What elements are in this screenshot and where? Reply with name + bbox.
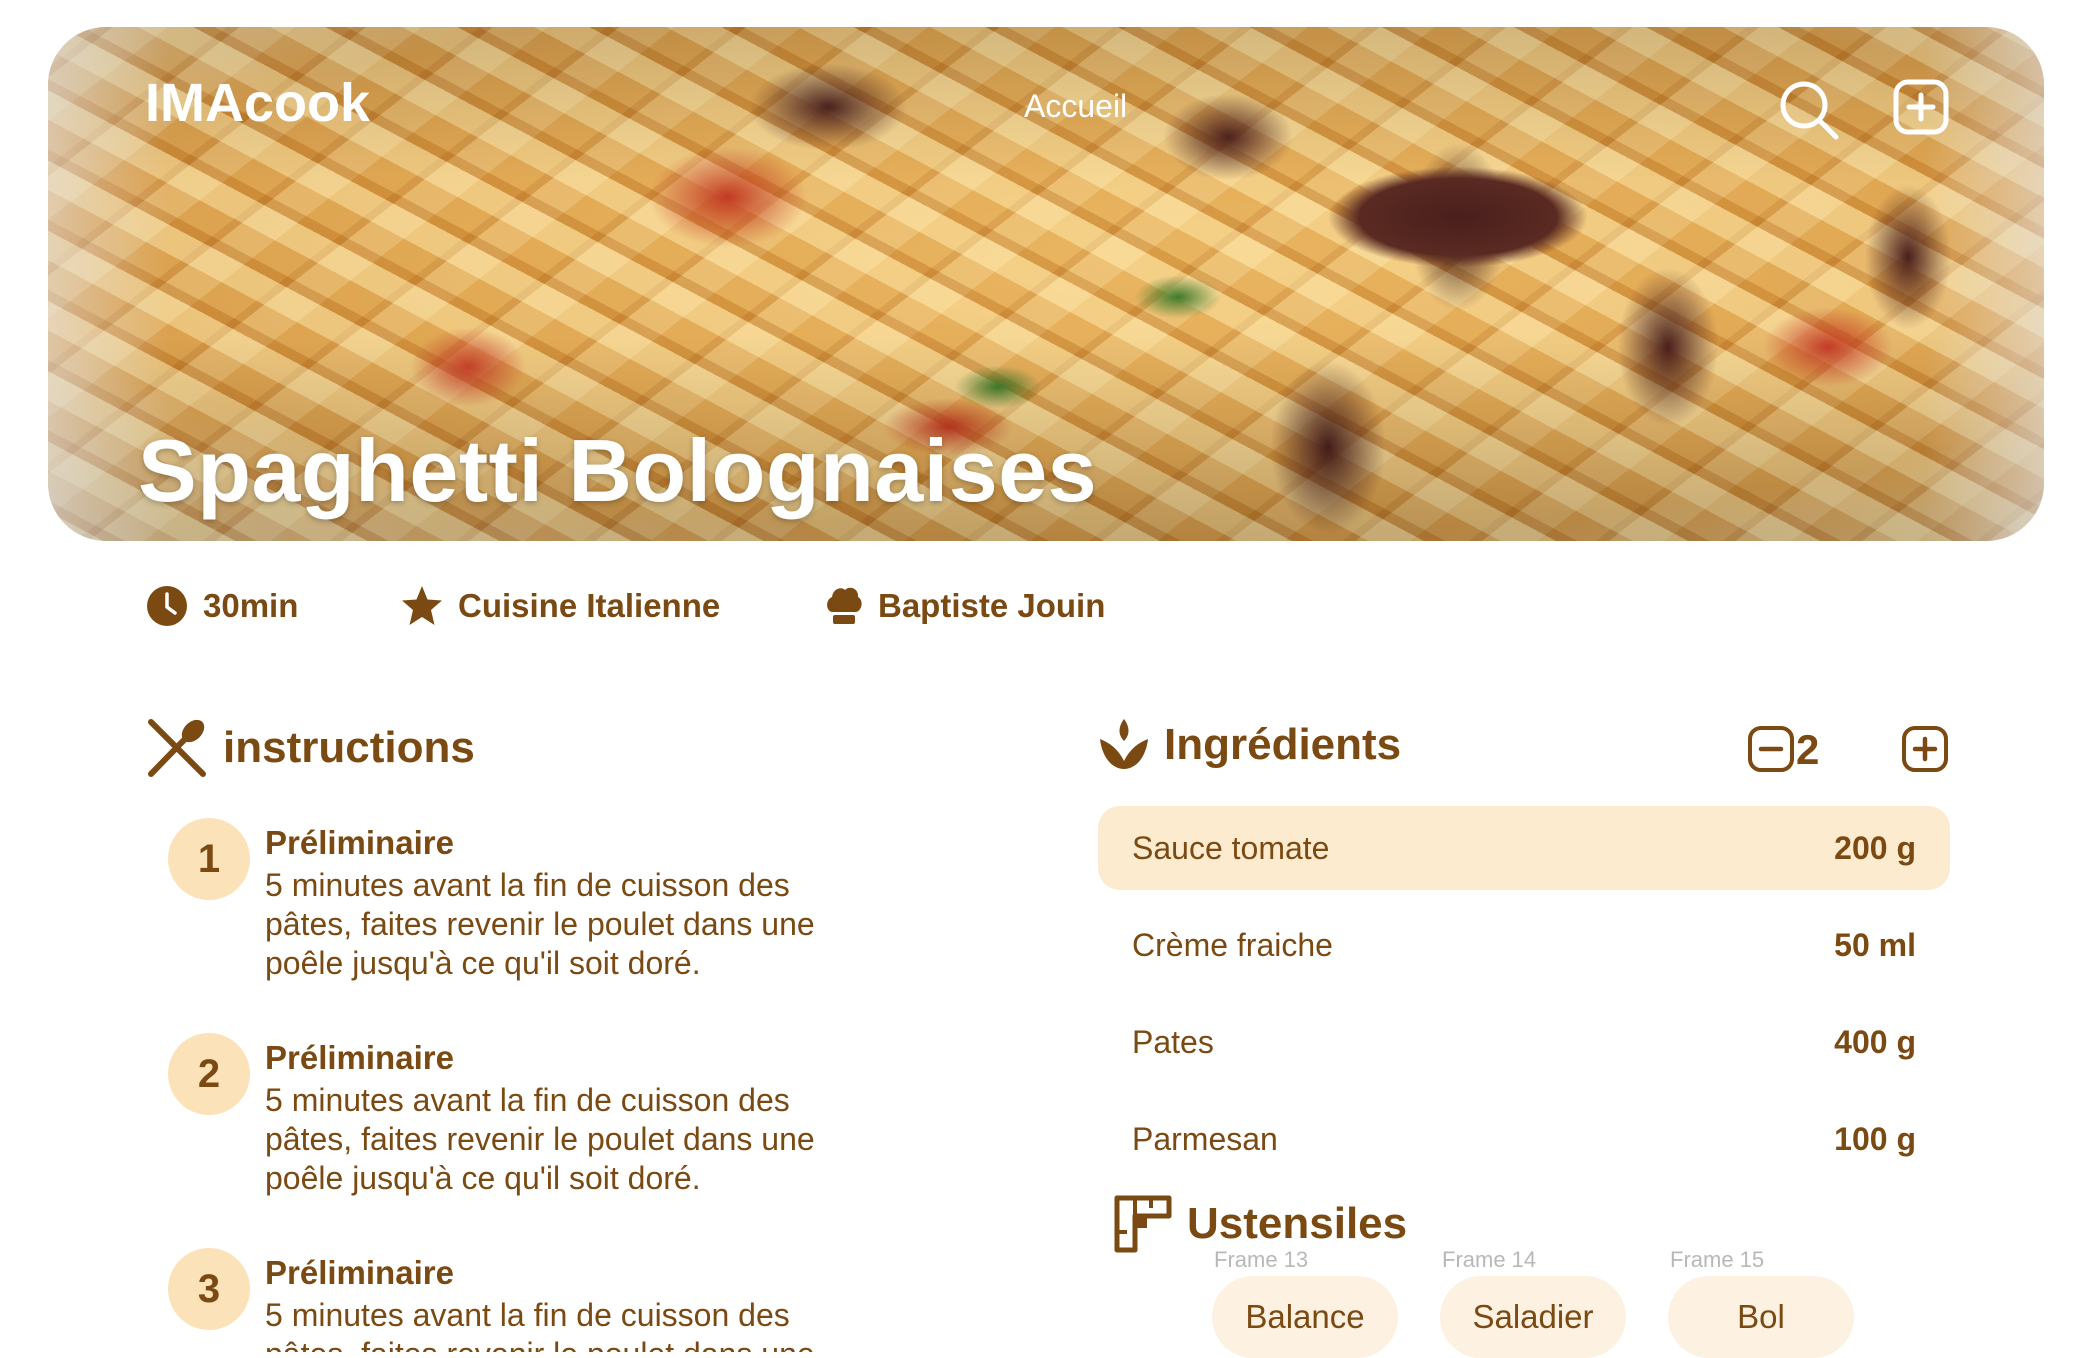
step-title: Préliminaire bbox=[265, 1254, 454, 1291]
step-text: 5 minutes avant la fin de cuisson des pâ… bbox=[265, 1297, 815, 1352]
utensils-title: Ustensiles bbox=[1187, 1199, 1408, 1248]
search-icon[interactable] bbox=[1777, 78, 1841, 147]
decrease-servings-button[interactable] bbox=[1747, 725, 1795, 778]
ingredient-name: Sauce tomate bbox=[1132, 829, 1330, 866]
plus-square-icon bbox=[1902, 726, 1948, 772]
servings-count: 2 bbox=[1796, 726, 1820, 773]
ingredient-name: Parmesan bbox=[1132, 1120, 1278, 1157]
ingredient-row[interactable]: Parmesan 100 g bbox=[1098, 1097, 1950, 1181]
ingredient-qty: 50 ml bbox=[1834, 926, 1916, 963]
ingredients-title: Ingrédients bbox=[1164, 720, 1402, 769]
step-title: Préliminaire bbox=[265, 824, 454, 861]
grid-tool-icon bbox=[1114, 1195, 1172, 1253]
nav-home-link[interactable]: Accueil bbox=[1024, 88, 1127, 125]
step-number-badge: 1 bbox=[168, 818, 250, 900]
utensil-chip-bol[interactable]: Bol bbox=[1668, 1276, 1854, 1358]
frame-label: Frame 15 bbox=[1670, 1247, 1765, 1272]
ingredient-qty: 200 g bbox=[1834, 829, 1916, 866]
utensil-chip-balance[interactable]: Balance bbox=[1212, 1276, 1398, 1358]
frame-label: Frame 14 bbox=[1442, 1247, 1537, 1272]
ingredient-row[interactable]: Crème fraiche 50 ml bbox=[1098, 903, 1950, 987]
utensils-heading: Ustensiles bbox=[1113, 1194, 1407, 1254]
minus-square-icon bbox=[1748, 726, 1794, 772]
step-number-badge: 2 bbox=[168, 1033, 250, 1115]
add-square-icon[interactable] bbox=[1893, 79, 1949, 140]
steps-viewport: 1 Préliminaire 5 minutes avant la fin de… bbox=[0, 0, 1000, 1352]
step-text: 5 minutes avant la fin de cuisson des pâ… bbox=[265, 1082, 815, 1196]
ingredient-row[interactable]: Sauce tomate 200 g bbox=[1098, 806, 1950, 890]
ingredient-row[interactable]: Pates 400 g bbox=[1098, 1000, 1950, 1084]
utensil-chip-saladier[interactable]: Saladier bbox=[1440, 1276, 1626, 1358]
ingredient-qty: 400 g bbox=[1834, 1023, 1916, 1060]
step-number-badge: 3 bbox=[168, 1248, 250, 1330]
sprout-icon bbox=[1100, 719, 1148, 769]
ingredient-qty: 100 g bbox=[1834, 1120, 1916, 1157]
frame-label: Frame 13 bbox=[1214, 1247, 1309, 1272]
step-text: 5 minutes avant la fin de cuisson des pâ… bbox=[265, 867, 815, 981]
ingredients-heading: Ingrédients bbox=[1098, 717, 1401, 773]
ingredient-name: Pates bbox=[1132, 1023, 1214, 1060]
ingredient-name: Crème fraiche bbox=[1132, 926, 1333, 963]
increase-servings-button[interactable] bbox=[1901, 725, 1949, 778]
step-title: Préliminaire bbox=[265, 1039, 454, 1076]
